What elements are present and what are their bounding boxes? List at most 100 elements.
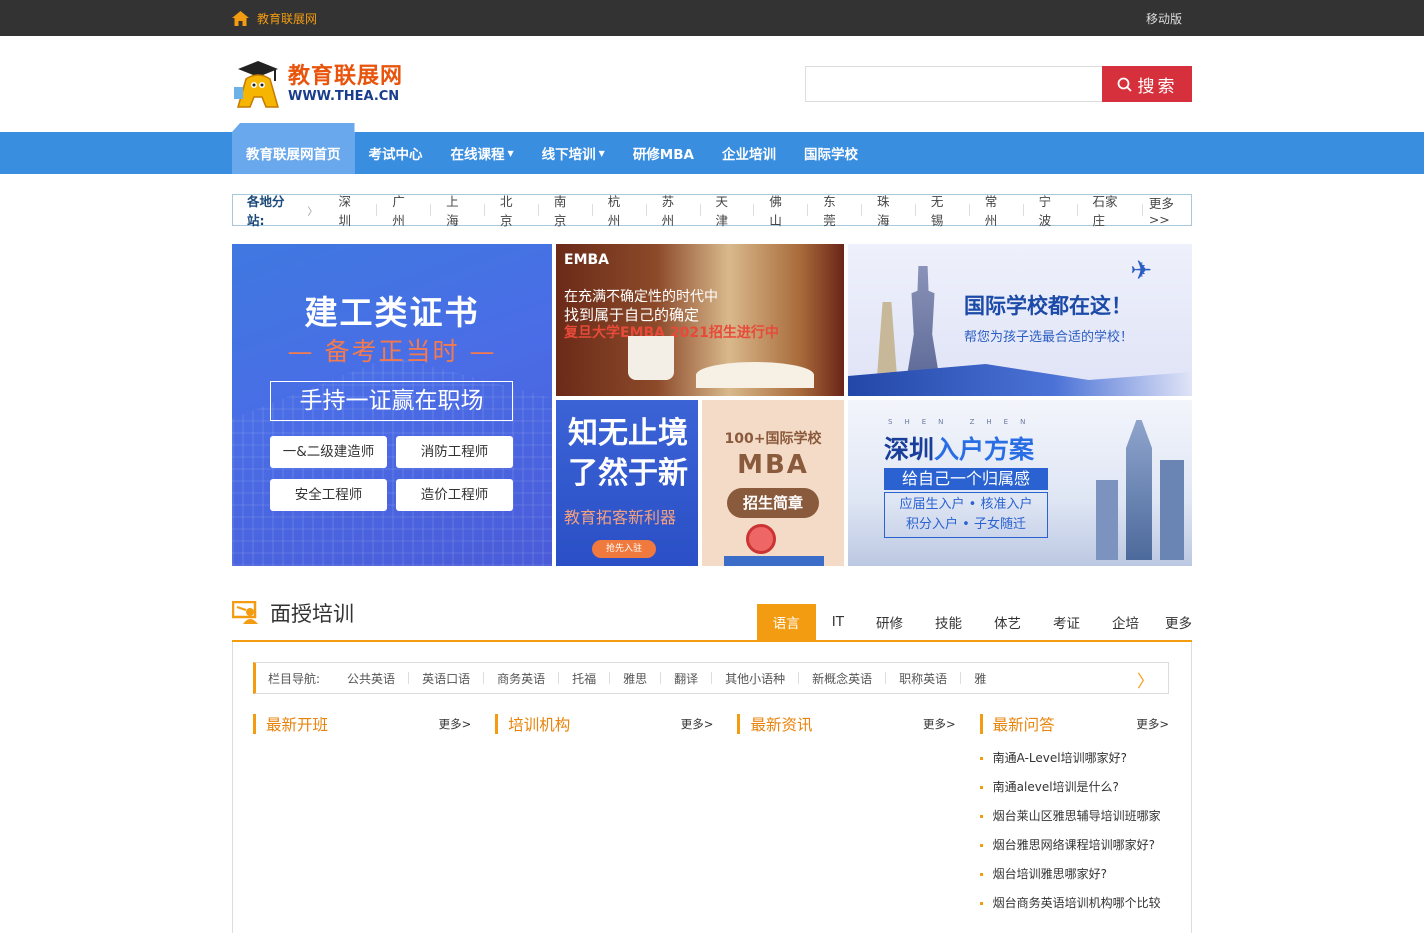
banner-tag-builder[interactable]: 一&二级建造师 xyxy=(270,436,387,468)
tab-skills[interactable]: 技能 xyxy=(919,604,978,640)
tab-arts-sports[interactable]: 体艺 xyxy=(978,604,1037,640)
banner-title-line: 了然于新 xyxy=(568,456,688,491)
column-nav-item[interactable]: 其他小语种 xyxy=(712,670,798,687)
banner-tag-safety-engineer[interactable]: 安全工程师 xyxy=(270,479,387,511)
branch-sites-bar: 各地分站: 〉 深圳 广州 上海 北京 南京 杭州 苏州 天津 佛山 东莞 珠海… xyxy=(232,191,1192,229)
chevron-right-icon: 〉 xyxy=(307,206,318,218)
nav-home[interactable]: 教育联展网首页 xyxy=(232,132,355,174)
column-nav-label: 栏目导航: xyxy=(268,671,321,686)
nav-international-school[interactable]: 国际学校 xyxy=(790,132,872,174)
nav-home-label: 教育联展网首页 xyxy=(246,147,341,163)
column-nav: 栏目导航: 公共英语 英语口语 商务英语 托福 雅思 翻译 其他小语种 新概念英… xyxy=(253,662,1169,694)
tab-study[interactable]: 研修 xyxy=(860,604,919,640)
banner-subtitle: MBA xyxy=(737,450,809,480)
column-more-link[interactable]: 更多> xyxy=(439,716,472,732)
content-columns: 最新开班 更多> 培训机构 更多> 最新资讯 更多> 最新问答 更多> 南通A-Leve… xyxy=(253,714,1169,918)
banner-tag-cost-engineer[interactable]: 造价工程师 xyxy=(396,479,513,511)
branch-city[interactable]: 南京 xyxy=(539,191,592,229)
banner-fudan-emba[interactable]: EMBA 在充满不确定性的时代中 找到属于自己的确定 复旦大学EMBA 2021… xyxy=(556,244,844,396)
branch-city[interactable]: 佛山 xyxy=(754,191,807,229)
column-latest-classes: 最新开班 更多> xyxy=(253,714,495,918)
nav-offline-training[interactable]: 线下培训 ▼ xyxy=(528,132,619,174)
column-nav-item[interactable]: 英语口语 xyxy=(409,670,483,687)
banner-options: 应届生入户 • 核准入户 积分入户 • 子女随迁 xyxy=(884,492,1048,538)
branch-city[interactable]: 杭州 xyxy=(593,191,646,229)
column-list: 南通A-Level培训哪家好? 南通alevel培训是什么? 烟台莱山区雅思辅导… xyxy=(979,744,1169,918)
branch-city[interactable]: 石家庄 xyxy=(1077,191,1141,229)
branch-city[interactable]: 深圳 xyxy=(323,191,376,229)
nav-international-school-label: 国际学校 xyxy=(803,147,858,163)
tab-certificate[interactable]: 考证 xyxy=(1037,604,1096,640)
branch-city[interactable]: 东莞 xyxy=(808,191,861,229)
search-bar: 搜索 xyxy=(805,66,1192,102)
tab-more[interactable]: 更多 xyxy=(1155,604,1192,640)
branch-city[interactable]: 天津 xyxy=(700,191,753,229)
nav-online-courses[interactable]: 在线课程 ▼ xyxy=(437,132,528,174)
home-link[interactable]: 教育联展网 xyxy=(232,10,317,27)
branch-more-link[interactable]: 更多>> xyxy=(1143,193,1191,227)
banner-education-promo[interactable]: 知无止境 了然于新 教育拓客新利器 抢先入驻 xyxy=(556,400,698,566)
section-title: 面授培训 xyxy=(232,598,354,640)
branch-city[interactable]: 宁波 xyxy=(1024,191,1077,229)
section-tabs: 语言 IT 研修 技能 体艺 考证 企培 更多 xyxy=(756,604,1192,640)
mobile-version-link[interactable]: 移动版 xyxy=(1146,10,1182,27)
list-item[interactable]: 烟台商务英语培训机构哪个比较 xyxy=(979,889,1169,918)
column-nav-item[interactable]: 翻译 xyxy=(661,670,711,687)
column-more-link[interactable]: 更多> xyxy=(1136,716,1169,732)
list-item[interactable]: 烟台雅思网络课程培训哪家好? xyxy=(979,831,1169,860)
tab-language[interactable]: 语言 xyxy=(756,604,816,640)
building-illustration xyxy=(1096,480,1118,560)
column-more-link[interactable]: 更多> xyxy=(681,716,714,732)
airplane-icon: ✈ xyxy=(1130,256,1152,286)
column-title: 最新问答 xyxy=(992,716,1055,734)
nav-mba[interactable]: 研修MBA xyxy=(619,132,708,174)
branch-city[interactable]: 苏州 xyxy=(647,191,700,229)
column-nav-item[interactable]: 新概念英语 xyxy=(799,670,885,687)
nav-exam-center[interactable]: 考试中心 xyxy=(355,132,437,174)
branch-city[interactable]: 上海 xyxy=(431,191,484,229)
banner-shenzhen-hukou[interactable]: SHEN ZHEN 深圳入户方案 给自己一个归属感 应届生入户 • 核准入户 积分… xyxy=(848,400,1192,566)
banner-title: 知无止境 了然于新 xyxy=(568,414,688,494)
banner-title: 国际学校都在这！ xyxy=(964,294,1132,318)
branch-city[interactable]: 北京 xyxy=(485,191,538,229)
banner-international-schools[interactable]: ✈ 国际学校都在这！ 帮您为孩子选最合适的学校！ xyxy=(848,244,1192,396)
tab-it[interactable]: IT xyxy=(816,604,860,640)
branch-city[interactable]: 常州 xyxy=(970,191,1023,229)
banner-subtitle: — 备考正当时 — xyxy=(287,337,497,366)
banner-title: 深圳入户方案 xyxy=(884,430,1034,466)
column-nav-item[interactable]: 托福 xyxy=(559,670,609,687)
list-item[interactable]: 烟台培训雅思哪家好? xyxy=(979,860,1169,889)
site-logo[interactable]: 教育联展网 WWW.THEA.CN xyxy=(232,57,403,111)
column-latest-news: 最新资讯 更多> xyxy=(737,714,979,918)
join-now-button[interactable]: 抢先入驻 xyxy=(592,540,656,558)
column-nav-item[interactable]: 雅思 xyxy=(610,670,660,687)
chevron-right-icon[interactable]: 〉 xyxy=(1137,667,1154,692)
branch-city[interactable]: 广州 xyxy=(377,191,430,229)
column-more-link[interactable]: 更多> xyxy=(923,716,956,732)
banner-construction-certificates[interactable]: 建工类证书 — 备考正当时 — 手持一证赢在职场 一&二级建造师 消防工程师 安… xyxy=(232,244,552,566)
branch-label: 各地分站: xyxy=(247,194,285,228)
branch-city[interactable]: 珠海 xyxy=(862,191,915,229)
list-item[interactable]: 烟台莱山区雅思辅导培训班哪家 xyxy=(979,802,1169,831)
admission-guide-button[interactable]: 招生简章 xyxy=(727,488,819,518)
nav-corporate-training[interactable]: 企业培训 xyxy=(708,132,790,174)
book-illustration xyxy=(696,362,814,388)
alarm-clock-icon xyxy=(746,524,776,554)
branch-city[interactable]: 无锡 xyxy=(916,191,969,229)
list-item[interactable]: 南通A-Level培训哪家好? xyxy=(979,744,1169,773)
nav-corporate-training-label: 企业培训 xyxy=(721,147,776,163)
column-nav-item[interactable]: 雅 xyxy=(961,670,999,687)
banner-tag-fire-engineer[interactable]: 消防工程师 xyxy=(396,436,513,468)
search-button[interactable]: 搜索 xyxy=(1102,66,1192,102)
column-nav-item[interactable]: 商务英语 xyxy=(484,670,558,687)
logo-title: 教育联展网 xyxy=(288,63,404,89)
column-nav-item[interactable]: 职称英语 xyxy=(886,670,960,687)
list-item[interactable]: 南通alevel培训是什么? xyxy=(979,773,1169,802)
column-title: 最新开班 xyxy=(266,716,329,734)
search-input[interactable] xyxy=(805,66,1102,102)
column-nav-item[interactable]: 公共英语 xyxy=(334,670,408,687)
tab-corporate[interactable]: 企培 xyxy=(1096,604,1155,640)
banner-mba-admissions[interactable]: 100+国际学校 MBA 招生简章 xyxy=(702,400,844,566)
column-training-institutions: 培训机构 更多> xyxy=(495,714,737,918)
home-icon xyxy=(232,10,249,26)
